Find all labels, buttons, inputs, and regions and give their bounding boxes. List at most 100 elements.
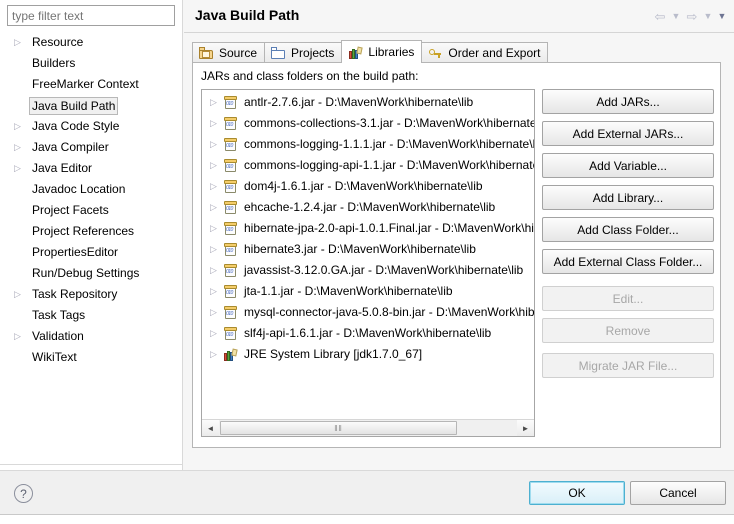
help-icon[interactable]: ? [14, 484, 33, 503]
tab-libraries[interactable]: Libraries [341, 40, 423, 63]
chevron-right-icon[interactable]: ▷ [210, 218, 217, 239]
scroll-right-arrow-icon[interactable]: ► [517, 420, 534, 436]
back-dropdown-icon[interactable]: ▼ [670, 8, 682, 24]
sidebar-item-java-editor[interactable]: ▷ Java Editor [0, 158, 183, 179]
title-divider [184, 32, 734, 33]
back-icon[interactable]: ⇦ [652, 8, 668, 24]
sidebar-item-label: Project References [32, 224, 135, 238]
sidebar-item-properties-editor[interactable]: PropertiesEditor [0, 242, 183, 263]
libraries-tab-panel: JARs and class folders on the build path… [192, 62, 721, 448]
chevron-right-icon[interactable]: ▷ [14, 326, 24, 347]
add-class-folder-button[interactable]: Add Class Folder... [542, 217, 714, 242]
order-export-icon [428, 46, 444, 60]
chevron-right-icon[interactable]: ▷ [14, 32, 24, 53]
filter-input[interactable] [7, 5, 175, 26]
chevron-right-icon[interactable]: ▷ [210, 302, 217, 323]
chevron-right-icon[interactable]: ▷ [14, 137, 24, 158]
chevron-right-icon[interactable]: ▷ [210, 176, 217, 197]
list-item[interactable]: ▷ 010 antlr-2.7.6.jar - D:\MavenWork\hib… [202, 92, 534, 113]
list-item[interactable]: ▷ 010 jta-1.1.jar - D:\MavenWork\hiberna… [202, 281, 534, 302]
sidebar-item-javadoc-location[interactable]: Javadoc Location [0, 179, 183, 200]
sidebar-item-java-code-style[interactable]: ▷ Java Code Style [0, 116, 183, 137]
list-item[interactable]: ▷ 010 ehcache-1.2.4.jar - D:\MavenWork\h… [202, 197, 534, 218]
migrate-jar-file-button[interactable]: Migrate JAR File... [542, 353, 714, 378]
sidebar-item-label: Task Tags [32, 308, 86, 322]
ok-button[interactable]: OK [529, 481, 625, 505]
add-variable-button[interactable]: Add Variable... [542, 153, 714, 178]
window-bottom-edge [0, 514, 734, 524]
jar-icon: 010 [223, 284, 238, 299]
sidebar-item-java-compiler[interactable]: ▷ Java Compiler [0, 137, 183, 158]
list-caption: JARs and class folders on the build path… [201, 69, 419, 83]
chevron-right-icon[interactable]: ▷ [210, 155, 217, 176]
scrollbar-track[interactable]: ‖‖ [219, 420, 517, 436]
tab-order-and-export[interactable]: Order and Export [421, 42, 549, 63]
forward-dropdown-icon[interactable]: ▼ [702, 8, 714, 24]
sidebar-item-validation[interactable]: ▷ Validation [0, 326, 183, 347]
jar-icon: 010 [223, 158, 238, 173]
sidebar-item-freemarker-context[interactable]: FreeMarker Context [0, 74, 183, 95]
list-item-label: slf4j-api-1.6.1.jar - D:\MavenWork\hiber… [244, 326, 492, 340]
horizontal-scrollbar[interactable]: ◄ ‖‖ ► [202, 419, 534, 436]
sidebar-item-project-references[interactable]: Project References [0, 221, 183, 242]
list-item[interactable]: ▷ 010 hibernate3.jar - D:\MavenWork\hibe… [202, 239, 534, 260]
edit-button[interactable]: Edit... [542, 286, 714, 311]
list-item[interactable]: ▷ 010 commons-logging-1.1.1.jar - D:\Mav… [202, 134, 534, 155]
sidebar-item-task-tags[interactable]: Task Tags [0, 305, 183, 326]
chevron-right-icon[interactable]: ▷ [210, 134, 217, 155]
chevron-right-icon[interactable]: ▷ [210, 239, 217, 260]
list-item[interactable]: ▷ 010 mysql-connector-java-5.0.8-bin.jar… [202, 302, 534, 323]
sidebar-item-label: Run/Debug Settings [32, 266, 140, 280]
tab-label: Libraries [368, 45, 415, 59]
jar-icon: 010 [223, 95, 238, 110]
tab-label: Source [219, 46, 258, 60]
chevron-right-icon[interactable]: ▷ [14, 284, 24, 305]
build-path-list[interactable]: ▷ 010 antlr-2.7.6.jar - D:\MavenWork\hib… [201, 89, 535, 437]
tab-source[interactable]: Source [192, 42, 266, 63]
scroll-left-arrow-icon[interactable]: ◄ [202, 420, 219, 436]
list-item[interactable]: ▷ 010 commons-logging-api-1.1.jar - D:\M… [202, 155, 534, 176]
view-menu-icon[interactable]: ▼ [716, 8, 728, 24]
forward-icon[interactable]: ⇨ [684, 8, 700, 24]
sidebar-item-task-repository[interactable]: ▷ Task Repository [0, 284, 183, 305]
chevron-right-icon[interactable]: ▷ [210, 92, 217, 113]
list-item[interactable]: ▷ JRE System Library [jdk1.7.0_67] [202, 344, 534, 365]
remove-button[interactable]: Remove [542, 318, 714, 343]
add-external-jars-button[interactable]: Add External JARs... [542, 121, 714, 146]
chevron-right-icon[interactable]: ▷ [210, 344, 217, 365]
chevron-right-icon[interactable]: ▷ [210, 260, 217, 281]
libraries-icon [348, 45, 364, 59]
scrollbar-thumb[interactable]: ‖‖ [220, 421, 457, 435]
cancel-button[interactable]: Cancel [630, 481, 726, 505]
list-item[interactable]: ▷ 010 javassist-3.12.0.GA.jar - D:\Maven… [202, 260, 534, 281]
sidebar-item-run-debug-settings[interactable]: Run/Debug Settings [0, 263, 183, 284]
build-path-list-viewport: ▷ 010 antlr-2.7.6.jar - D:\MavenWork\hib… [202, 92, 534, 418]
sidebar-item-builders[interactable]: Builders [0, 53, 183, 74]
chevron-right-icon[interactable]: ▷ [210, 323, 217, 344]
list-item-label: mysql-connector-java-5.0.8-bin.jar - D:\… [244, 305, 534, 319]
sidebar-item-java-build-path[interactable]: Java Build Path [0, 95, 183, 116]
tab-projects[interactable]: Projects [264, 42, 343, 63]
sidebar-item-project-facets[interactable]: Project Facets [0, 200, 183, 221]
sidebar-item-resource[interactable]: ▷ Resource [0, 32, 183, 53]
list-item[interactable]: ▷ 010 commons-collections-3.1.jar - D:\M… [202, 113, 534, 134]
list-item[interactable]: ▷ 010 slf4j-api-1.6.1.jar - D:\MavenWork… [202, 323, 534, 344]
jar-icon: 010 [223, 305, 238, 320]
jar-icon: 010 [223, 116, 238, 131]
chevron-right-icon[interactable]: ▷ [210, 197, 217, 218]
list-item[interactable]: ▷ 010 hibernate-jpa-2.0-api-1.0.1.Final.… [202, 218, 534, 239]
jar-icon: 010 [223, 263, 238, 278]
sidebar-item-wikitext[interactable]: WikiText [0, 347, 183, 368]
add-external-class-folder-button[interactable]: Add External Class Folder... [542, 249, 714, 274]
jar-icon: 010 [223, 221, 238, 236]
add-jars-button[interactable]: Add JARs... [542, 89, 714, 114]
tab-label: Projects [291, 46, 335, 60]
chevron-right-icon[interactable]: ▷ [210, 281, 217, 302]
page-nav-buttons: ⇦ ▼ ⇨ ▼ ▼ [652, 7, 728, 25]
add-library-button[interactable]: Add Library... [542, 185, 714, 210]
chevron-right-icon[interactable]: ▷ [210, 113, 217, 134]
chevron-right-icon[interactable]: ▷ [14, 116, 24, 137]
chevron-right-icon[interactable]: ▷ [14, 158, 24, 179]
list-item[interactable]: ▷ 010 dom4j-1.6.1.jar - D:\MavenWork\hib… [202, 176, 534, 197]
sidebar-item-label: Java Build Path [29, 97, 119, 115]
